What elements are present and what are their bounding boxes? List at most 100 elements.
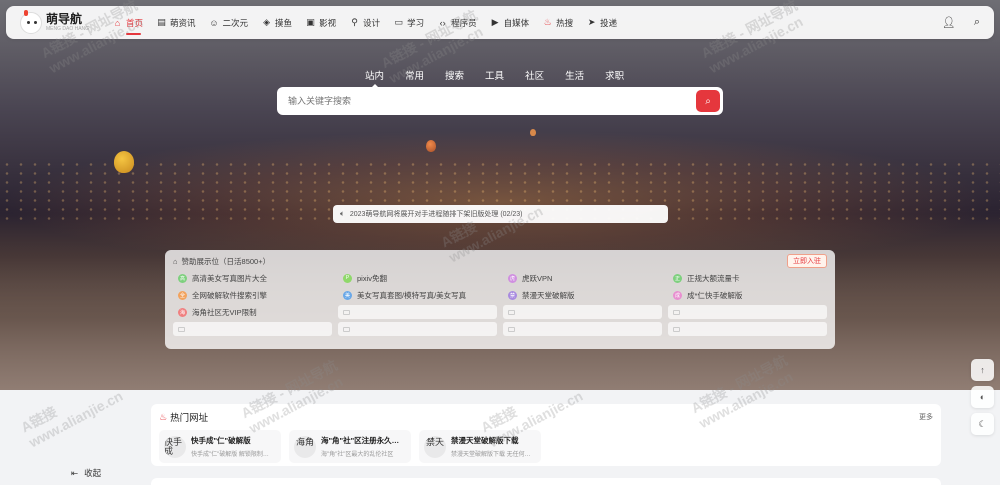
sponsor-favicon-icon: 禁 [508, 290, 517, 300]
placeholder-icon [508, 309, 515, 315]
sponsor-item[interactable]: 虎虎跃VPN [503, 271, 662, 285]
sponsor-empty-slot[interactable] [173, 322, 332, 336]
hot-site-description: 禁漫天堂破解版下载 无任何… [451, 452, 531, 458]
hot-site-item[interactable]: 禁天 禁漫天堂破解版下载禁漫天堂破解版下载 无任何… [419, 430, 541, 463]
video-icon: ▶ [491, 17, 499, 27]
nav-item[interactable]: ☺ 二次元 [209, 17, 248, 29]
nav-item[interactable]: ⌂ 首页 [112, 17, 143, 35]
nav-item[interactable]: ▶ 自媒体 [490, 17, 530, 29]
search-input[interactable] [288, 96, 696, 106]
sponsor-item[interactable]: 禁禁漫天堂破解版 [503, 288, 662, 302]
settings-button[interactable]: ◐ [971, 386, 994, 408]
float-toolbar: ↑ ◐ ☾ [971, 359, 994, 435]
hot-site-description: 海"角"社"区最大的乱伦社区 [321, 452, 394, 458]
hot-site-name: 禁漫天堂破解版下载 [451, 436, 519, 445]
sponsor-item[interactable]: Ppixiv免翻 [338, 271, 497, 285]
nav-item-label: 学习 [407, 17, 425, 28]
nav-item[interactable]: ▤ 萌资讯 [156, 17, 195, 29]
hot-site-item[interactable]: 海角 海"角"社"区注册永久免费 海"角"社"区最大的乱伦社区 [289, 430, 411, 463]
sponsor-empty-slot[interactable] [338, 305, 497, 319]
sponsor-item-label: 正规大额流量卡 [687, 273, 740, 283]
tag-icon: ◈ [263, 17, 270, 27]
user-icon[interactable]: 👤︎ [942, 16, 956, 29]
sponsor-empty-slot[interactable] [668, 305, 827, 319]
search-tab[interactable]: 社区 [525, 68, 544, 82]
nav-item[interactable]: ➤ 投递 [586, 17, 617, 29]
sponsor-item-label: 成*仁快手破解版 [687, 290, 743, 300]
dark-mode-toggle[interactable]: ☾ [971, 413, 994, 435]
sponsor-empty-slot[interactable] [668, 322, 827, 336]
search-button[interactable]: ⌕ [696, 90, 720, 112]
nav-item-label: 程序员 [451, 17, 477, 28]
sponsor-title: 赞助展示位（日活8500+） [181, 256, 271, 266]
sponsor-item[interactable]: 成成*仁快手破解版 [668, 288, 827, 302]
search-icon[interactable]: ⌕ [974, 16, 980, 29]
sponsor-item[interactable]: 美美女写真套图/模特写真/美女写真 [338, 288, 497, 302]
site-thumbnail: 禁天 [424, 435, 446, 458]
announcement-bar[interactable]: 🔈︎ 2023萌导航网将展开对手进程随排下架旧版处理 (02/23) [333, 205, 668, 223]
hot-sites-list: 快手成 快手成"仁"破解版 快手成"仁"破解版 解锁限制… 海角 海"角"社"区注册永久… [159, 430, 933, 463]
site-logo[interactable]: 萌导航 MENG DAO HANG [20, 9, 112, 34]
sponsor-favicon-icon: P [343, 273, 352, 283]
collapse-icon: ⇤ [71, 467, 79, 478]
more-link[interactable]: 更多 [919, 412, 933, 422]
palette-icon: ◐ [979, 392, 986, 402]
sponsor-empty-slot[interactable] [338, 322, 497, 336]
placeholder-icon [673, 326, 680, 332]
sponsor-favicon-icon: 海 [178, 307, 187, 317]
search-tab[interactable]: 搜索 [445, 68, 464, 82]
hot-site-description: 快手成"仁"破解版 解锁限制… [191, 452, 269, 458]
next-section-card [151, 478, 941, 485]
placeholder-icon [343, 326, 350, 332]
sidebar-collapse-button[interactable]: ⇤ 收起 [71, 467, 101, 479]
search-category-tabs: 站内 常用 搜索 工具 社区 生活 求职 [365, 68, 624, 88]
nav-item-label: 设计 [363, 17, 381, 28]
hot-site-item[interactable]: 快手成 快手成"仁"破解版 快手成"仁"破解版 解锁限制… [159, 430, 281, 463]
arrow-up-icon: ↑ [980, 365, 985, 375]
sponsor-empty-slot[interactable] [503, 322, 662, 336]
back-to-top-button[interactable]: ↑ [971, 359, 994, 381]
search-tab[interactable]: 常用 [405, 68, 424, 82]
mascot-logo-icon [20, 9, 42, 34]
sponsor-item-label: 禁漫天堂破解版 [522, 290, 575, 300]
smile-icon: ☺ [209, 17, 219, 28]
hot-site-name: 海"角"社"区注册永久免费 [321, 436, 406, 445]
nav-item[interactable]: ▭ 学习 [393, 17, 424, 29]
fire-icon: ♨ [159, 411, 168, 422]
sponsor-panel: ⌂ 赞助展示位（日活8500+） 立即入驻 高高清美女写真图片大全 Ppixiv免… [165, 250, 835, 349]
nav-item[interactable]: ⚲ 设计 [349, 17, 380, 29]
nav-item[interactable]: ▣ 影视 [305, 17, 336, 29]
sponsor-item-label: 虎跃VPN [522, 273, 553, 283]
search-tab[interactable]: 站内 [365, 68, 384, 88]
site-thumbnail: 海角 [294, 435, 316, 458]
news-icon: ▤ [157, 17, 166, 27]
sponsor-item[interactable]: 海海角社区无VIP限制 [173, 305, 332, 319]
site-title: 萌导航 [46, 12, 83, 26]
nav-item[interactable]: ♨ 热搜 [542, 17, 574, 29]
sponsor-favicon-icon: 虎 [508, 273, 517, 283]
sponsor-empty-slot[interactable] [503, 305, 662, 319]
sponsor-item-label: 全网破解软件搜索引擎 [192, 290, 267, 300]
home-icon: ⌂ [114, 17, 121, 28]
hot-air-balloon [114, 151, 134, 173]
collapse-label: 收起 [84, 468, 102, 478]
send-icon: ➤ [587, 17, 596, 27]
sponsor-item[interactable]: 高高清美女写真图片大全 [173, 271, 332, 285]
tent-icon: ⌂ [173, 256, 178, 266]
nav-item[interactable]: ◈ 摸鱼 [261, 17, 292, 29]
sponsor-item-label: 海角社区无VIP限制 [192, 307, 257, 317]
sponsor-item[interactable]: 正正规大额流量卡 [668, 271, 827, 285]
nav-item[interactable]: ‹› 程序员 [437, 17, 477, 29]
search-tab[interactable]: 生活 [565, 68, 584, 82]
sponsor-item[interactable]: 全全网破解软件搜索引擎 [173, 288, 332, 302]
sponsor-item-label: 美女写真套图/模特写真/美女写真 [357, 290, 467, 300]
apply-sponsor-button[interactable]: 立即入驻 [787, 254, 827, 268]
site-thumbnail: 快手成 [164, 435, 186, 458]
nav-item-label: 自媒体 [503, 17, 530, 28]
top-navigation-bar: 萌导航 MENG DAO HANG ⌂ 首页 ▤ 萌资讯 ☺ 二次元 ◈ 摸鱼 ▣ 影视 ⚲ 设计 ▭ 学… [6, 6, 994, 39]
search-tab[interactable]: 求职 [605, 68, 624, 82]
nav-item-label: 热搜 [556, 17, 574, 28]
sponsor-favicon-icon: 美 [343, 290, 352, 300]
search-bar: ⌕ [277, 87, 723, 115]
search-tab[interactable]: 工具 [485, 68, 504, 82]
